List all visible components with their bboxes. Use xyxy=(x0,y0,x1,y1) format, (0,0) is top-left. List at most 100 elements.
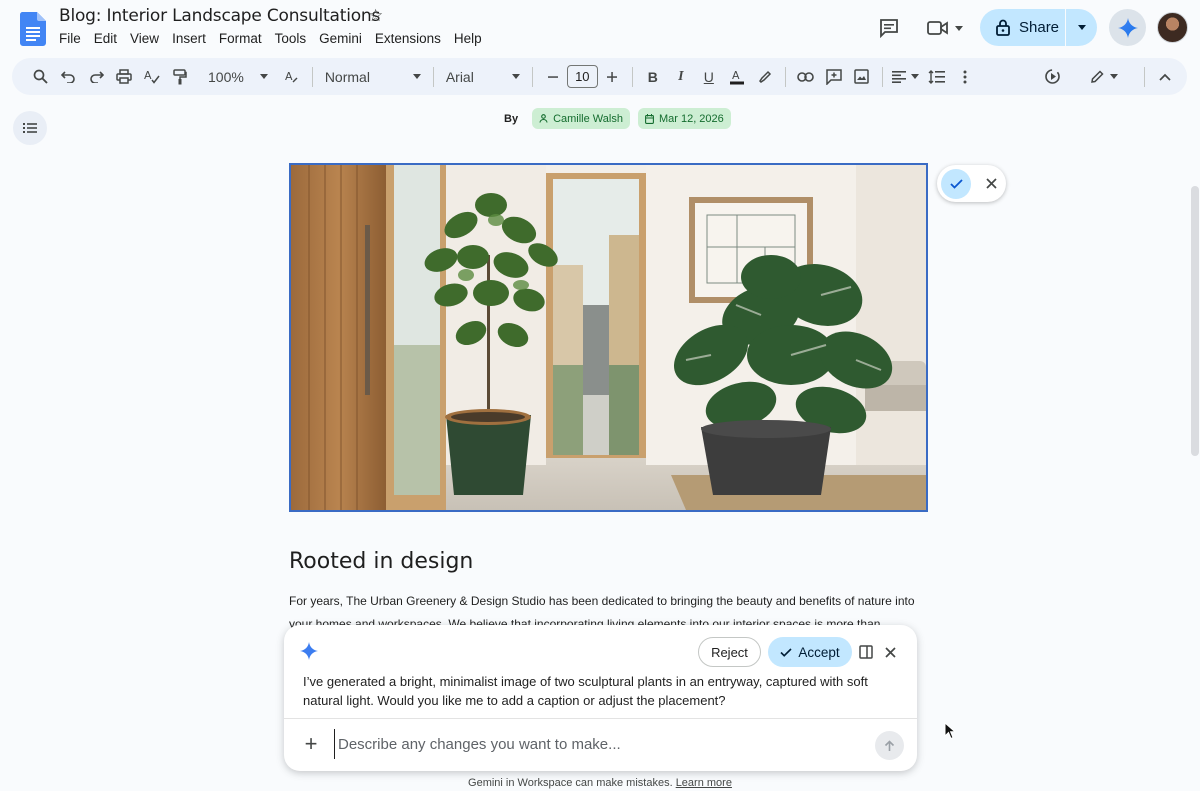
gemini-button[interactable] xyxy=(1109,9,1146,46)
menu-tools[interactable]: Tools xyxy=(275,31,314,46)
accept-image-button[interactable] xyxy=(941,168,971,199)
reject-image-button[interactable] xyxy=(979,172,1003,196)
meet-icon[interactable] xyxy=(922,14,968,42)
check-icon xyxy=(780,647,792,657)
scrollbar[interactable] xyxy=(1191,186,1199,456)
paragraph-style-select[interactable]: Normal xyxy=(319,69,427,85)
font-value: Arial xyxy=(445,68,474,85)
paragraph-style-value: Normal xyxy=(324,68,370,85)
add-comment-icon[interactable] xyxy=(820,63,848,91)
underline-icon[interactable]: U xyxy=(695,63,723,91)
svg-text:A: A xyxy=(144,69,152,82)
zoom-select[interactable]: 100% xyxy=(202,69,274,85)
svg-text:A: A xyxy=(285,70,293,83)
accept-label: Accept xyxy=(798,644,840,660)
entryway-plants-illustration xyxy=(291,165,926,510)
spellcheck-icon[interactable]: A xyxy=(138,63,166,91)
menu-extensions[interactable]: Extensions xyxy=(375,31,448,46)
generated-image[interactable] xyxy=(289,163,928,512)
font-size-input[interactable]: 10 xyxy=(566,65,598,88)
accept-button[interactable]: Accept xyxy=(768,637,852,667)
insert-image-icon[interactable] xyxy=(848,63,876,91)
toolbar-divider xyxy=(784,66,786,87)
editing-mode-icon[interactable] xyxy=(1084,63,1124,91)
byline: By Camille Walsh Mar 12, 2026 xyxy=(504,108,731,129)
menu-view[interactable]: View xyxy=(130,31,166,46)
comments-icon[interactable] xyxy=(875,14,903,42)
section-heading: Rooted in design xyxy=(289,549,474,574)
prompt-input[interactable] xyxy=(334,729,854,759)
bold-icon[interactable]: B xyxy=(639,63,667,91)
text-color-icon[interactable]: A xyxy=(723,63,751,91)
menu-edit[interactable]: Edit xyxy=(94,31,124,46)
check-icon xyxy=(949,178,963,189)
chevron-down-icon xyxy=(911,74,920,79)
document-outline-button[interactable] xyxy=(13,111,47,145)
menu-file[interactable]: File xyxy=(59,31,88,46)
document-title[interactable]: Blog: Interior Landscape Consultations xyxy=(59,6,380,26)
svg-text:A: A xyxy=(732,69,740,82)
author-chip[interactable]: Camille Walsh xyxy=(532,108,630,129)
menu-format[interactable]: Format xyxy=(219,31,269,46)
share-main-button[interactable]: Share xyxy=(980,9,1065,46)
date-chip[interactable]: Mar 12, 2026 xyxy=(637,108,731,129)
gemini-panel: Reject Accept I’ve generated a bright, m… xyxy=(284,625,917,771)
list-icon xyxy=(23,123,37,133)
reject-button[interactable]: Reject xyxy=(698,637,761,667)
toolbar-divider xyxy=(432,66,434,87)
align-left-icon[interactable] xyxy=(889,63,923,91)
close-icon xyxy=(985,178,997,189)
font-select[interactable]: Arial xyxy=(440,69,526,85)
author-name: Camille Walsh xyxy=(553,112,623,125)
gemini-refine-icon[interactable] xyxy=(1038,63,1066,91)
toolbar-divider xyxy=(631,66,633,87)
chevron-down-icon xyxy=(259,74,268,79)
chevron-down-icon xyxy=(1110,74,1118,79)
menu-bar: File Edit View Insert Format Tools Gemin… xyxy=(59,31,495,46)
search-menus-icon[interactable] xyxy=(26,63,54,91)
share-dropdown-button[interactable] xyxy=(1066,25,1097,30)
increase-font-size-icon[interactable] xyxy=(598,63,626,91)
gemini-response-message: I’ve generated a bright, minimalist imag… xyxy=(303,674,868,708)
toolbar-divider xyxy=(1144,66,1145,87)
menu-help[interactable]: Help xyxy=(454,31,489,46)
clear-formatting-icon[interactable]: A xyxy=(278,63,306,91)
panel-divider xyxy=(284,718,917,719)
menu-gemini[interactable]: Gemini xyxy=(319,31,369,46)
highlight-color-icon[interactable] xyxy=(751,63,779,91)
italic-icon[interactable]: I xyxy=(667,63,695,91)
open-side-panel-icon[interactable] xyxy=(856,642,876,662)
toolbar-divider xyxy=(881,66,883,87)
person-icon xyxy=(539,114,548,123)
gemini-sparkle-icon xyxy=(1117,17,1138,38)
user-avatar[interactable] xyxy=(1157,12,1188,43)
redo-icon[interactable] xyxy=(82,63,110,91)
insert-link-icon[interactable] xyxy=(792,63,820,91)
star-icon[interactable]: ☆ xyxy=(368,6,383,26)
line-spacing-icon[interactable] xyxy=(923,63,951,91)
add-attachment-button[interactable]: + xyxy=(300,731,322,756)
hide-menus-icon[interactable] xyxy=(1151,63,1179,91)
toolbar-divider xyxy=(311,66,313,87)
disclaimer-text: Gemini in Workspace can make mistakes. xyxy=(468,777,673,789)
docs-logo-icon[interactable] xyxy=(19,12,46,46)
image-suggestion-actions xyxy=(937,165,1006,202)
undo-icon[interactable] xyxy=(54,63,82,91)
learn-more-link[interactable]: Learn more xyxy=(676,777,732,789)
paint-format-icon[interactable] xyxy=(166,63,194,91)
gemini-disclaimer: Gemini in Workspace can make mistakes. L… xyxy=(0,777,1200,789)
chevron-down-icon xyxy=(511,74,520,79)
print-icon[interactable] xyxy=(110,63,138,91)
send-button[interactable] xyxy=(875,731,904,760)
calendar-icon xyxy=(645,113,654,124)
more-options-icon[interactable] xyxy=(951,63,979,91)
share-button[interactable]: Share xyxy=(980,9,1097,46)
chevron-down-icon xyxy=(955,25,963,31)
decrease-font-size-icon[interactable] xyxy=(539,63,567,91)
date-value: Mar 12, 2026 xyxy=(658,112,724,125)
chevron-down-icon xyxy=(412,74,421,79)
zoom-value: 100% xyxy=(208,68,244,85)
chevron-down-icon xyxy=(1077,25,1086,30)
menu-insert[interactable]: Insert xyxy=(172,31,213,46)
close-icon[interactable] xyxy=(880,642,900,662)
